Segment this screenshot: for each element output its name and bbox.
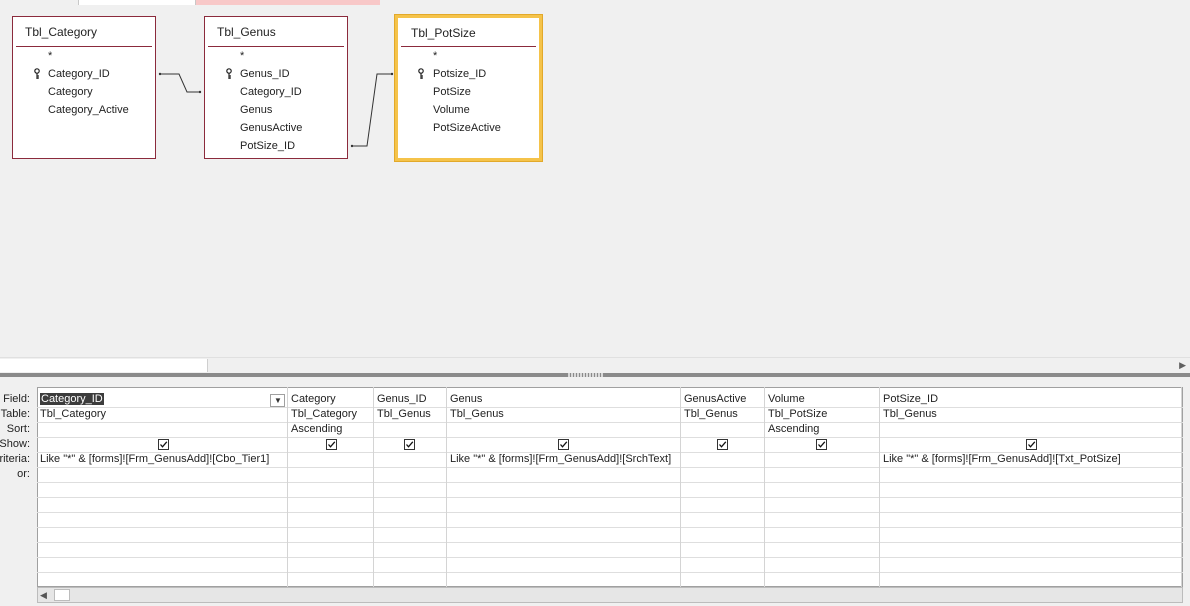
field-dropdown[interactable]: ▼ <box>270 394 285 407</box>
table-tbl-potsize[interactable]: Tbl_PotSize * Potsize_ID PotSize Volume … <box>395 15 542 161</box>
show-checkbox[interactable] <box>816 439 827 450</box>
field-item[interactable]: * <box>433 50 437 62</box>
show-checkbox[interactable] <box>404 439 415 450</box>
checkbox-checked-icon <box>160 441 168 448</box>
row-label-table: Table: <box>0 408 30 420</box>
grid-sort-cell[interactable]: Ascending <box>291 423 342 435</box>
table-tbl-genus[interactable]: Tbl_Genus * Genus_ID Category_ID Genus G… <box>204 16 348 159</box>
field-item[interactable]: Genus <box>240 104 272 116</box>
relationship-lines <box>158 72 394 148</box>
grid-field-cell[interactable]: Genus_ID <box>377 393 427 405</box>
checkbox-checked-icon <box>818 441 826 448</box>
join-genus-potsize <box>352 73 392 147</box>
title-divider <box>16 46 152 47</box>
grid-table-cell[interactable]: Tbl_Genus <box>684 408 738 420</box>
key-icon <box>418 68 424 79</box>
field-item[interactable]: Volume <box>433 104 470 116</box>
checkbox-checked-icon <box>560 441 568 448</box>
show-checkbox[interactable] <box>158 439 169 450</box>
field-item[interactable]: Category_ID <box>240 86 302 98</box>
checkbox-checked-icon <box>719 441 727 448</box>
grid-field-cell[interactable]: PotSize_ID <box>883 393 938 405</box>
grid-field-cell[interactable]: Category_ID <box>40 393 104 405</box>
grid-field-cell[interactable]: Category <box>291 393 336 405</box>
field-item[interactable]: Potsize_ID <box>433 68 486 80</box>
grid-field-cell[interactable]: Volume <box>768 393 805 405</box>
chevron-down-icon[interactable]: ▼ <box>274 396 282 405</box>
table-title: Tbl_Category <box>25 25 98 39</box>
grid-horizontal-scrollbar[interactable]: ◀ <box>37 587 1183 603</box>
scrollbar-thumb[interactable] <box>54 589 70 601</box>
row-label-or: or: <box>17 468 30 480</box>
field-item[interactable]: * <box>48 50 52 62</box>
field-item[interactable]: Category_ID <box>48 68 110 80</box>
grid-criteria-cell[interactable]: Like "*" & [forms]![Frm_GenusAdd]![Txt_P… <box>883 453 1121 465</box>
row-label-criteria: riteria: <box>0 453 30 465</box>
scrollbar-thumb[interactable] <box>0 359 208 372</box>
row-label-show: Show: <box>0 438 30 450</box>
table-title: Tbl_Genus <box>217 25 276 39</box>
field-item[interactable]: Genus_ID <box>240 68 290 80</box>
checkbox-checked-icon <box>1028 441 1036 448</box>
show-checkbox[interactable] <box>326 439 337 450</box>
grid-table-cell[interactable]: Tbl_PotSize <box>768 408 827 420</box>
join-category-genus <box>160 73 200 93</box>
grid-table-cell[interactable]: Tbl_Genus <box>377 408 431 420</box>
grid-criteria-cell[interactable]: Like "*" & [forms]![Frm_GenusAdd]![SrchT… <box>450 453 671 465</box>
table-title: Tbl_PotSize <box>411 26 476 40</box>
grid-field-cell[interactable]: GenusActive <box>684 393 746 405</box>
field-item[interactable]: PotSize <box>433 86 471 98</box>
checkbox-checked-icon <box>328 441 336 448</box>
show-checkbox[interactable] <box>717 439 728 450</box>
field-item[interactable]: Category <box>48 86 93 98</box>
field-item[interactable]: Category_Active <box>48 104 129 116</box>
field-item[interactable]: GenusActive <box>240 122 302 134</box>
design-horizontal-scrollbar[interactable]: ▶ <box>0 357 1190 373</box>
title-divider <box>401 46 536 47</box>
grid-field-cell[interactable]: Genus <box>450 393 482 405</box>
row-label-sort: Sort: <box>6 423 30 435</box>
grid-table-cell[interactable]: Tbl_Genus <box>883 408 937 420</box>
grid-table-cell[interactable]: Tbl_Category <box>40 408 106 420</box>
grid-table-cell[interactable]: Tbl_Category <box>291 408 357 420</box>
field-item[interactable]: PotSizeActive <box>433 122 501 134</box>
scroll-right-icon[interactable]: ▶ <box>1179 360 1186 371</box>
field-item[interactable]: * <box>240 50 244 62</box>
show-checkbox[interactable] <box>558 439 569 450</box>
grid-sort-cell[interactable]: Ascending <box>768 423 819 435</box>
table-tbl-category[interactable]: Tbl_Category * Category_ID Category Cate… <box>12 16 156 159</box>
show-checkbox[interactable] <box>1026 439 1037 450</box>
title-divider <box>208 46 344 47</box>
key-icon <box>226 68 232 79</box>
scroll-left-icon[interactable]: ◀ <box>40 590 47 601</box>
checkbox-checked-icon <box>406 441 414 448</box>
row-label-field: Field: <box>3 393 30 405</box>
field-item[interactable]: PotSize_ID <box>240 140 295 152</box>
grid-table-cell[interactable]: Tbl_Genus <box>450 408 504 420</box>
grid-criteria-cell[interactable]: Like "*" & [forms]![Frm_GenusAdd]![Cbo_T… <box>40 453 269 465</box>
key-icon <box>34 68 40 79</box>
